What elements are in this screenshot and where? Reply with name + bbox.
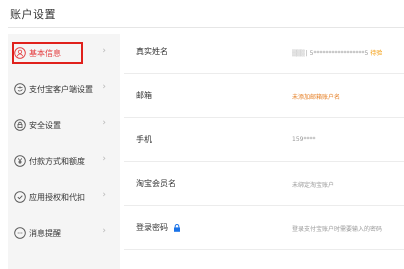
row-key: 邮箱 bbox=[136, 91, 152, 100]
row-email: 邮箱 未添加邮箱账户名 bbox=[124, 74, 404, 118]
row-key: 手机 bbox=[136, 135, 152, 144]
chevron-right-icon: › bbox=[102, 118, 106, 128]
chat-icon bbox=[14, 227, 26, 239]
sidebar-item-payment[interactable]: 付款方式和额度 › bbox=[4, 150, 112, 172]
row-key-label: 登录密码 bbox=[136, 223, 168, 232]
row-key: 真实姓名 bbox=[136, 47, 168, 56]
sidebar-item-label: 支付宝客户端设置 bbox=[29, 84, 93, 94]
active-highlight-box bbox=[12, 42, 83, 64]
row-real-name: 真实姓名 ▒▒▒ | 5*****************5 待验 bbox=[124, 30, 404, 74]
sidebar-item-alipay-client[interactable]: 支付宝客户端设置 › bbox=[4, 78, 112, 100]
lock-icon bbox=[14, 119, 26, 131]
phone-value: 159**** bbox=[292, 136, 316, 143]
row-login-password: 登录密码 登录支付宝账户时需要输入的密码 bbox=[124, 206, 404, 250]
sidebar-item-label: 付款方式和额度 bbox=[29, 156, 85, 166]
sidebar-item-label: 消息提醒 bbox=[29, 228, 61, 238]
chevron-right-icon: › bbox=[102, 190, 106, 200]
sidebar-item-security[interactable]: 安全设置 › bbox=[4, 114, 112, 136]
masked-id-value: | 5*****************5 bbox=[305, 50, 369, 57]
sidebar-item-label: 安全设置 bbox=[29, 120, 61, 130]
sidebar-item-notifications[interactable]: 消息提醒 › bbox=[4, 222, 112, 244]
email-value[interactable]: 未添加邮箱账户名 bbox=[292, 92, 340, 101]
row-phone: 手机 159**** bbox=[124, 118, 404, 162]
row-key: 登录密码 bbox=[136, 222, 181, 233]
sidebar-item-app-auth[interactable]: 应用授权和代扣 › bbox=[4, 186, 112, 208]
chevron-right-icon: › bbox=[102, 46, 106, 56]
alipay-icon bbox=[14, 83, 26, 95]
masked-name-blur: ▒▒▒ bbox=[292, 50, 306, 57]
row-taobao-account: 淘宝会员名 未绑定淘宝账户 bbox=[124, 162, 404, 206]
password-hint-value: 登录支付宝账户时需要输入的密码 bbox=[292, 226, 383, 233]
chevron-right-icon: › bbox=[102, 82, 106, 92]
lock-icon bbox=[174, 223, 180, 232]
title-divider bbox=[8, 27, 404, 28]
verify-link[interactable]: 待验 bbox=[370, 50, 382, 57]
chevron-right-icon: › bbox=[102, 154, 106, 164]
yen-icon bbox=[14, 155, 26, 167]
chevron-right-icon: › bbox=[102, 226, 106, 236]
sidebar-item-label: 应用授权和代扣 bbox=[29, 192, 85, 202]
real-name-value: ▒▒▒ | 5*****************5 待验 bbox=[292, 48, 382, 57]
check-circle-icon bbox=[14, 191, 26, 203]
page-title: 账户设置 bbox=[10, 8, 56, 21]
taobao-value: 未绑定淘宝账户 bbox=[292, 182, 335, 189]
row-key: 淘宝会员名 bbox=[136, 179, 176, 188]
